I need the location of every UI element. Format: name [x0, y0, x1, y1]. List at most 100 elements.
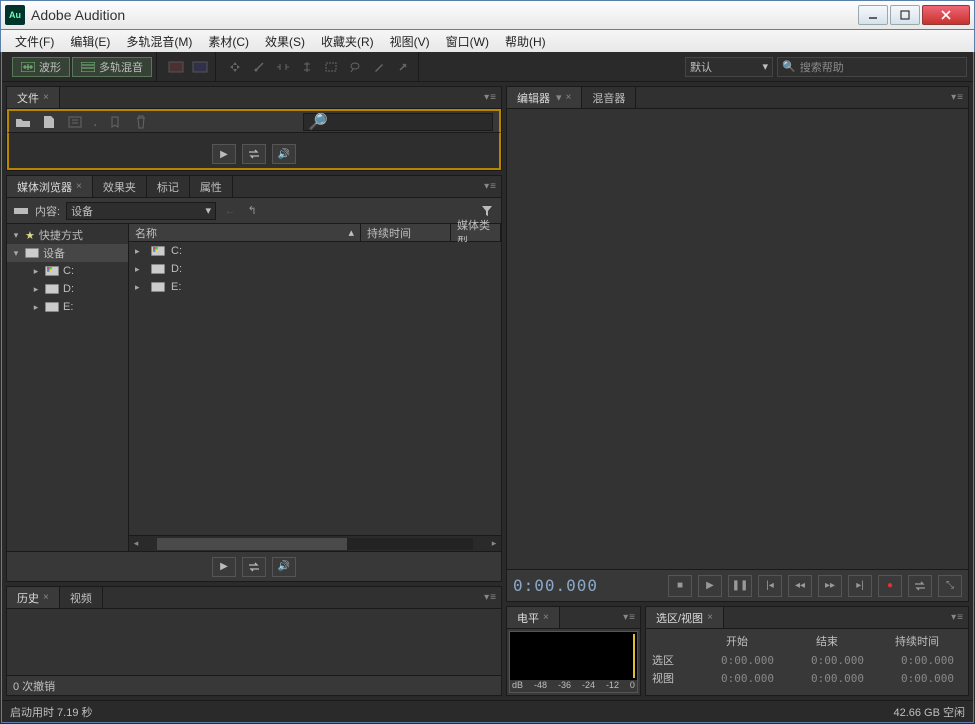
stop-button[interactable]: ■: [668, 575, 692, 597]
chevron-down-icon[interactable]: ▾: [556, 91, 562, 104]
heal-tool[interactable]: [392, 57, 414, 77]
tab-effects-rack[interactable]: 效果夹: [93, 176, 147, 197]
marquee-tool[interactable]: [320, 57, 342, 77]
play-button[interactable]: ▶: [212, 557, 236, 577]
column-name[interactable]: 名称▴: [129, 224, 361, 241]
close-icon[interactable]: ×: [543, 612, 549, 623]
tree-drive-e[interactable]: ▸E:: [7, 298, 128, 316]
content-select[interactable]: 设备▾: [66, 202, 216, 220]
view-start[interactable]: 0:00.000: [692, 672, 782, 685]
pause-button[interactable]: ❚❚: [728, 575, 752, 597]
open-file-icon[interactable]: [15, 114, 31, 130]
spectral-freq-button[interactable]: [165, 57, 187, 77]
tab-markers[interactable]: 标记: [147, 176, 190, 197]
menu-edit[interactable]: 编辑(E): [62, 33, 118, 50]
delete-icon[interactable]: [133, 114, 149, 130]
razor-tool[interactable]: [248, 57, 270, 77]
new-file-icon[interactable]: [41, 114, 57, 130]
panel-menu-button[interactable]: [483, 591, 497, 603]
close-icon[interactable]: ×: [76, 181, 82, 192]
autoplay-button[interactable]: 🔊: [272, 144, 296, 164]
menu-file[interactable]: 文件(F): [7, 33, 62, 50]
column-duration[interactable]: 持续时间: [361, 224, 451, 241]
move-tool[interactable]: [224, 57, 246, 77]
close-icon[interactable]: ×: [707, 612, 713, 623]
menu-favorites[interactable]: 收藏夹(R): [313, 33, 382, 50]
rewind-button[interactable]: ◂◂: [788, 575, 812, 597]
media-list[interactable]: ▸C: ▸D: ▸E:: [129, 242, 501, 535]
menu-view[interactable]: 视图(V): [382, 33, 438, 50]
panel-menu-button[interactable]: [483, 91, 497, 103]
column-type[interactable]: 媒体类型: [451, 224, 501, 241]
tab-history[interactable]: 历史×: [7, 587, 60, 608]
horizontal-scrollbar[interactable]: ◂▸: [129, 535, 501, 551]
panel-menu-button[interactable]: [483, 180, 497, 192]
media-tree[interactable]: ▾★快捷方式 ▾设备 ▸C: ▸D: ▸E:: [7, 224, 129, 551]
lasso-tool[interactable]: [344, 57, 366, 77]
brush-tool[interactable]: [368, 57, 390, 77]
history-list[interactable]: [7, 609, 501, 675]
waveform-mode-button[interactable]: 波形: [12, 57, 70, 77]
back-icon[interactable]: ←: [222, 203, 238, 219]
spectral-pitch-button[interactable]: [189, 57, 211, 77]
levels-meter[interactable]: dB -48 -36 -24 -12 0: [509, 631, 638, 693]
panel-menu-button[interactable]: [950, 91, 964, 103]
menu-clip[interactable]: 素材(C): [200, 33, 257, 50]
autoplay-button[interactable]: 🔊: [272, 557, 296, 577]
panel-menu-button[interactable]: [950, 611, 964, 623]
list-item[interactable]: ▸D:: [129, 260, 501, 278]
list-item[interactable]: ▸C:: [129, 242, 501, 260]
menu-help[interactable]: 帮助(H): [497, 33, 554, 50]
tab-editor[interactable]: 编辑器▾×: [507, 87, 582, 108]
goto-end-button[interactable]: ▸|: [848, 575, 872, 597]
close-file-icon[interactable]: [107, 114, 123, 130]
import-icon[interactable]: [67, 114, 83, 130]
skip-selection-button[interactable]: ⤡: [938, 575, 962, 597]
tree-drive-c[interactable]: ▸C:: [7, 262, 128, 280]
close-icon[interactable]: ×: [566, 92, 572, 103]
view-duration[interactable]: 0:00.000: [872, 672, 962, 685]
timecode-display[interactable]: 0:00.000: [513, 576, 662, 595]
play-button[interactable]: ▶: [698, 575, 722, 597]
tab-selection-view[interactable]: 选区/视图×: [646, 607, 724, 628]
goto-start-button[interactable]: |◂: [758, 575, 782, 597]
multitrack-mode-button[interactable]: 多轨混音: [72, 57, 152, 77]
minimize-button[interactable]: [858, 5, 888, 25]
loop-button[interactable]: [242, 557, 266, 577]
tab-mixer[interactable]: 混音器: [582, 87, 636, 108]
selection-end[interactable]: 0:00.000: [782, 654, 872, 667]
play-button[interactable]: ▶: [212, 144, 236, 164]
slip-tool[interactable]: [272, 57, 294, 77]
files-search-input[interactable]: 🔎: [303, 113, 493, 131]
tab-files[interactable]: 文件×: [7, 87, 60, 108]
tree-shortcuts[interactable]: ▾★快捷方式: [7, 226, 128, 244]
close-button[interactable]: [922, 5, 970, 25]
tab-properties[interactable]: 属性: [190, 176, 233, 197]
maximize-button[interactable]: [890, 5, 920, 25]
panel-menu-button[interactable]: [622, 611, 636, 623]
close-icon[interactable]: ×: [43, 592, 49, 603]
tree-drive-d[interactable]: ▸D:: [7, 280, 128, 298]
loop-button[interactable]: [242, 144, 266, 164]
view-end[interactable]: 0:00.000: [782, 672, 872, 685]
tab-video[interactable]: 视频: [60, 587, 103, 608]
loop-button[interactable]: [908, 575, 932, 597]
menu-window[interactable]: 窗口(W): [438, 33, 497, 50]
menu-effects[interactable]: 效果(S): [257, 33, 313, 50]
menu-multitrack[interactable]: 多轨混音(M): [118, 33, 200, 50]
record-button[interactable]: ●: [878, 575, 902, 597]
selection-duration[interactable]: 0:00.000: [872, 654, 962, 667]
close-icon[interactable]: ×: [43, 92, 49, 103]
list-item[interactable]: ▸E:: [129, 278, 501, 296]
editor-canvas[interactable]: [507, 109, 968, 569]
forward-button[interactable]: ▸▸: [818, 575, 842, 597]
tree-devices[interactable]: ▾设备: [7, 244, 128, 262]
drive-icon[interactable]: [13, 203, 29, 219]
up-icon[interactable]: ↰: [244, 203, 260, 219]
selection-start[interactable]: 0:00.000: [692, 654, 782, 667]
tab-levels[interactable]: 电平×: [507, 607, 560, 628]
time-select-tool[interactable]: [296, 57, 318, 77]
tab-media-browser[interactable]: 媒体浏览器×: [7, 176, 93, 197]
workspace-select[interactable]: 默认 ▾: [685, 57, 773, 77]
search-help-input[interactable]: 🔍 搜索帮助: [777, 57, 967, 77]
